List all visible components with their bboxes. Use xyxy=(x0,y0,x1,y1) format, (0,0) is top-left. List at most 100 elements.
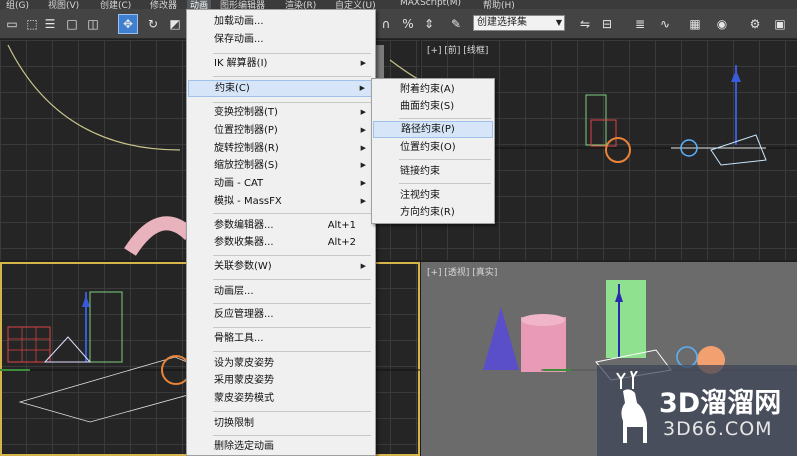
submenu-item-label: 链接约束 xyxy=(400,166,440,177)
submenu-item-attachment-constraint[interactable]: 附着约束(A) xyxy=(373,81,493,98)
menu-item-label: 旋转控制器(R) xyxy=(214,143,279,154)
percent-snap-icon[interactable]: % xyxy=(398,14,418,34)
animation-menu: 加载动画... 保存动画... IK 解算器(I) ▶ 约束(C) ▶ 变换控制器(… xyxy=(186,9,376,456)
menu-view[interactable]: 视图(V) xyxy=(48,0,79,9)
menu-item-parameter-collector[interactable]: 参数收集器... Alt+2 xyxy=(188,234,374,251)
menu-rendering[interactable]: 渲染(R) xyxy=(285,0,316,9)
submenu-arrow-icon: ▶ xyxy=(359,84,365,92)
menu-item-reaction-manager[interactable]: 反应管理器... xyxy=(188,306,374,323)
menu-item-skin-pose-mode[interactable]: 蒙皮姿势模式 xyxy=(188,390,374,407)
menu-item-ik-solvers[interactable]: IK 解算器(I) ▶ xyxy=(188,55,374,72)
menu-help[interactable]: 帮助(H) xyxy=(483,0,515,9)
move-icon[interactable]: ✥ xyxy=(118,14,138,34)
menu-customize[interactable]: 自定义(U) xyxy=(335,0,376,9)
menu-item-simulation-massfx[interactable]: 模拟 - MassFX ▶ xyxy=(188,193,374,210)
submenu-item-label: 注视约束 xyxy=(400,190,440,201)
submenu-item-surface-constraint[interactable]: 曲面约束(S) xyxy=(373,98,493,115)
menu-separator xyxy=(213,102,371,103)
edit-named-selection-icon[interactable]: ✎ xyxy=(446,14,466,34)
material-editor-icon[interactable]: ◉ xyxy=(712,14,732,34)
submenu-item-label: 方向约束(R) xyxy=(400,207,455,218)
menu-item-parameter-editor[interactable]: 参数编辑器... Alt+1 xyxy=(188,217,374,234)
submenu-item-path-constraint[interactable]: 路径约束(P) xyxy=(373,121,493,138)
menu-separator xyxy=(213,213,371,214)
menu-item-label: 模拟 - MassFX xyxy=(214,196,282,207)
menu-separator xyxy=(213,279,371,280)
layer-manager-icon[interactable]: ≣ xyxy=(630,14,650,34)
menu-separator xyxy=(213,435,371,436)
window-crossing-icon[interactable]: ◫ xyxy=(83,14,103,34)
menu-item-label: 关联参数(W) xyxy=(214,261,272,272)
submenu-arrow-icon: ▶ xyxy=(360,108,366,116)
submenu-item-lookat-constraint[interactable]: 注视约束 xyxy=(373,187,493,204)
snap-toggle-icon[interactable]: ∩ xyxy=(376,14,396,34)
render-frame-icon[interactable]: ▣ xyxy=(770,14,790,34)
menu-item-label: 位置控制器(P) xyxy=(214,125,278,136)
menu-item-delete-selected-animation[interactable]: 删除选定动画 xyxy=(188,438,374,455)
menu-item-label: 参数收集器... xyxy=(214,237,274,248)
deer-logo-icon xyxy=(616,371,647,443)
spinner-snap-icon[interactable]: ⇕ xyxy=(419,14,439,34)
submenu-separator xyxy=(399,118,491,119)
shortcut-label: Alt+2 xyxy=(327,237,356,248)
submenu-arrow-icon: ▶ xyxy=(360,161,366,169)
menu-item-label: 删除选定动画 xyxy=(214,441,274,452)
submenu-arrow-icon: ▶ xyxy=(360,144,366,152)
menu-group[interactable]: 组(G) xyxy=(6,0,29,9)
menu-item-transform-controllers[interactable]: 变换控制器(T) ▶ xyxy=(188,104,374,121)
rotate-icon[interactable]: ↻ xyxy=(143,14,163,34)
menu-item-set-skin-pose[interactable]: 设为蒙皮姿势 xyxy=(188,355,374,372)
submenu-arrow-icon: ▶ xyxy=(360,179,366,187)
menu-item-label: 切换限制 xyxy=(214,418,254,429)
menu-item-label: 采用蒙皮姿势 xyxy=(214,375,274,386)
schematic-view-icon[interactable]: ▦ xyxy=(685,14,705,34)
menu-item-animation-layers[interactable]: 动画层... xyxy=(188,283,374,300)
select-object-icon[interactable]: ⬚ xyxy=(22,14,42,34)
submenu-item-position-constraint[interactable]: 位置约束(O) xyxy=(373,139,493,156)
menu-separator xyxy=(213,76,371,77)
submenu-item-orientation-constraint[interactable]: 方向约束(R) xyxy=(373,204,493,221)
menu-maxscript[interactable]: MAXScript(M) xyxy=(400,0,461,8)
submenu-arrow-icon: ▶ xyxy=(360,197,366,205)
menu-item-label: 反应管理器... xyxy=(214,309,274,320)
submenu-arrow-icon: ▶ xyxy=(360,262,366,270)
mirror-icon[interactable]: ⇋ xyxy=(575,14,595,34)
menu-item-position-controllers[interactable]: 位置控制器(P) ▶ xyxy=(188,122,374,139)
menu-graph-editors[interactable]: 图形编辑器 xyxy=(220,0,265,9)
menu-item-scale-controllers[interactable]: 缩放控制器(S) ▶ xyxy=(188,157,374,174)
curve-editor-icon[interactable]: ∿ xyxy=(655,14,675,34)
select-by-name-icon[interactable]: ☰ xyxy=(40,14,60,34)
scale-icon[interactable]: ◩ xyxy=(165,14,185,34)
menu-item-label: 动画层... xyxy=(214,286,254,297)
menu-item-label: 变换控制器(T) xyxy=(214,107,278,118)
menu-modifiers[interactable]: 修改器 xyxy=(150,0,177,9)
constraints-submenu: 附着约束(A) 曲面约束(S) 路径约束(P) 位置约束(O) 链接约束 注视约… xyxy=(371,78,495,224)
submenu-item-label: 附着约束(A) xyxy=(400,84,455,95)
menu-item-label: 设为蒙皮姿势 xyxy=(214,358,274,369)
align-icon[interactable]: ⊟ xyxy=(597,14,617,34)
menu-create[interactable]: 创建(C) xyxy=(100,0,131,9)
menu-item-label: 保存动画... xyxy=(214,34,264,45)
menu-item-label: 蒙皮姿势模式 xyxy=(214,393,274,404)
menu-item-wire-parameters[interactable]: 关联参数(W) ▶ xyxy=(188,258,374,275)
menu-separator xyxy=(213,255,371,256)
submenu-item-link-constraint[interactable]: 链接约束 xyxy=(373,163,493,180)
menu-item-label: 约束(C) xyxy=(215,83,250,94)
menu-item-bone-tools[interactable]: 骨骼工具... xyxy=(188,330,374,347)
submenu-separator xyxy=(399,159,491,160)
watermark: 3D溜溜网 3D66.COM xyxy=(597,365,797,456)
menu-item-rotation-controllers[interactable]: 旋转控制器(R) ▶ xyxy=(188,140,374,157)
menu-item-constraints[interactable]: 约束(C) ▶ xyxy=(188,80,374,97)
select-region-icon[interactable]: ▭ xyxy=(2,14,22,34)
render-setup-icon[interactable]: ⚙ xyxy=(745,14,765,34)
menu-separator xyxy=(213,53,371,54)
menu-item-load-animation[interactable]: 加载动画... xyxy=(188,13,374,30)
menu-item-save-animation[interactable]: 保存动画... xyxy=(188,31,374,48)
named-selection-set-dropdown[interactable]: 创建选择集 ▼ xyxy=(473,15,565,31)
rectangular-selection-icon[interactable]: □ xyxy=(62,14,82,34)
submenu-item-label: 路径约束(P) xyxy=(401,124,455,135)
menu-item-animation-cat[interactable]: 动画 - CAT ▶ xyxy=(188,175,374,192)
menu-item-toggle-limits[interactable]: 切换限制 xyxy=(188,415,374,432)
menu-item-assume-skin-pose[interactable]: 采用蒙皮姿势 xyxy=(188,372,374,389)
menu-animation[interactable]: 动画 xyxy=(187,0,212,9)
